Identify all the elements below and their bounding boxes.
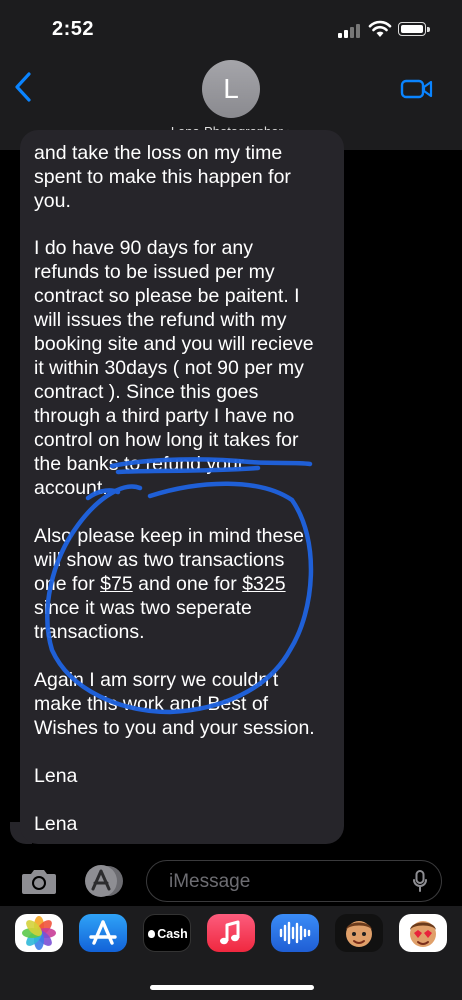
home-indicator[interactable] <box>150 985 314 990</box>
message-line: the banks to refund your <box>34 453 245 475</box>
message-text: one for <box>34 573 101 595</box>
message-line: through a third party I have no <box>34 405 295 427</box>
audio-message-icon <box>279 921 311 945</box>
apple-logo-icon <box>148 930 156 938</box>
app-store-icon <box>89 920 117 945</box>
apple-cash-label: Cash <box>157 927 188 941</box>
message-line: booking site and you will recieve <box>34 333 314 355</box>
message-line: spent to make this happen for <box>34 166 291 188</box>
memoji-icon <box>346 921 372 947</box>
message-paragraph-4: Again I am sorry we couldn't make this w… <box>34 668 334 740</box>
photos-app-button[interactable] <box>15 914 63 952</box>
camera-button[interactable] <box>20 866 58 896</box>
message-line: contract ). Since this goes <box>34 381 259 403</box>
memoji-stickers-icon <box>410 921 436 947</box>
message-line: make this work and Best of <box>34 693 269 715</box>
message-line: contract so please be paitent. I <box>34 285 300 307</box>
app-store-apps-button[interactable] <box>82 864 126 898</box>
message-line: control on how long it takes for <box>34 429 299 451</box>
memoji-button[interactable] <box>335 914 383 952</box>
audio-message-button[interactable] <box>271 914 319 952</box>
app-store-button[interactable] <box>79 914 127 952</box>
message-line: Also please keep in mind these <box>34 525 304 547</box>
music-app-button[interactable] <box>207 914 255 952</box>
message-line: will issues the refund with my <box>34 309 287 331</box>
message-line: I do have 90 days for any <box>34 237 253 259</box>
message-line: it within 30days ( not 90 per my <box>34 357 304 379</box>
amount-link-75[interactable]: $75 <box>100 573 133 595</box>
message-signoff-1: Lena <box>34 765 78 787</box>
cellular-signal-icon <box>338 24 362 38</box>
contact-avatar[interactable]: L <box>202 60 260 118</box>
message-line: account. <box>34 477 108 499</box>
battery-icon <box>398 22 430 36</box>
message-paragraph-3: Also please keep in mind these will show… <box>34 524 334 644</box>
message-line: you. <box>34 190 71 212</box>
amount-link-325[interactable]: $325 <box>242 573 285 595</box>
message-line: Again I am sorry we couldn't <box>34 669 279 691</box>
message-line: refunds to be issued per my <box>34 261 275 283</box>
status-bar: 2:52 <box>0 0 462 56</box>
message-paragraph-1: and take the loss on my time spent to ma… <box>34 141 334 213</box>
wifi-icon <box>368 20 392 37</box>
microphone-icon[interactable] <box>413 870 427 892</box>
chevron-left-icon <box>15 72 31 102</box>
message-input[interactable] <box>167 869 401 895</box>
message-text: and one for <box>132 573 243 595</box>
apple-cash-button[interactable]: Cash <box>143 914 191 952</box>
message-signoff-2: Lena <box>34 813 78 835</box>
message-line: Wishes to you and your session. <box>34 717 315 739</box>
message-paragraph-2: I do have 90 days for any refunds to be … <box>34 236 334 500</box>
status-time: 2:52 <box>52 18 95 40</box>
message-line: and take the loss on my time <box>34 142 283 164</box>
facetime-video-button[interactable] <box>400 78 434 100</box>
memoji-stickers-button[interactable] <box>399 914 447 952</box>
message-line: will show as two transactions <box>34 549 285 571</box>
imessage-field[interactable] <box>146 860 442 902</box>
message-line: transactions. <box>34 621 145 643</box>
message-line: one for $75 and one for $325 <box>34 572 334 596</box>
music-icon <box>220 920 240 945</box>
message-line: since it was two seperate <box>34 597 252 619</box>
photos-icon <box>22 916 56 950</box>
back-button[interactable] <box>14 72 42 106</box>
